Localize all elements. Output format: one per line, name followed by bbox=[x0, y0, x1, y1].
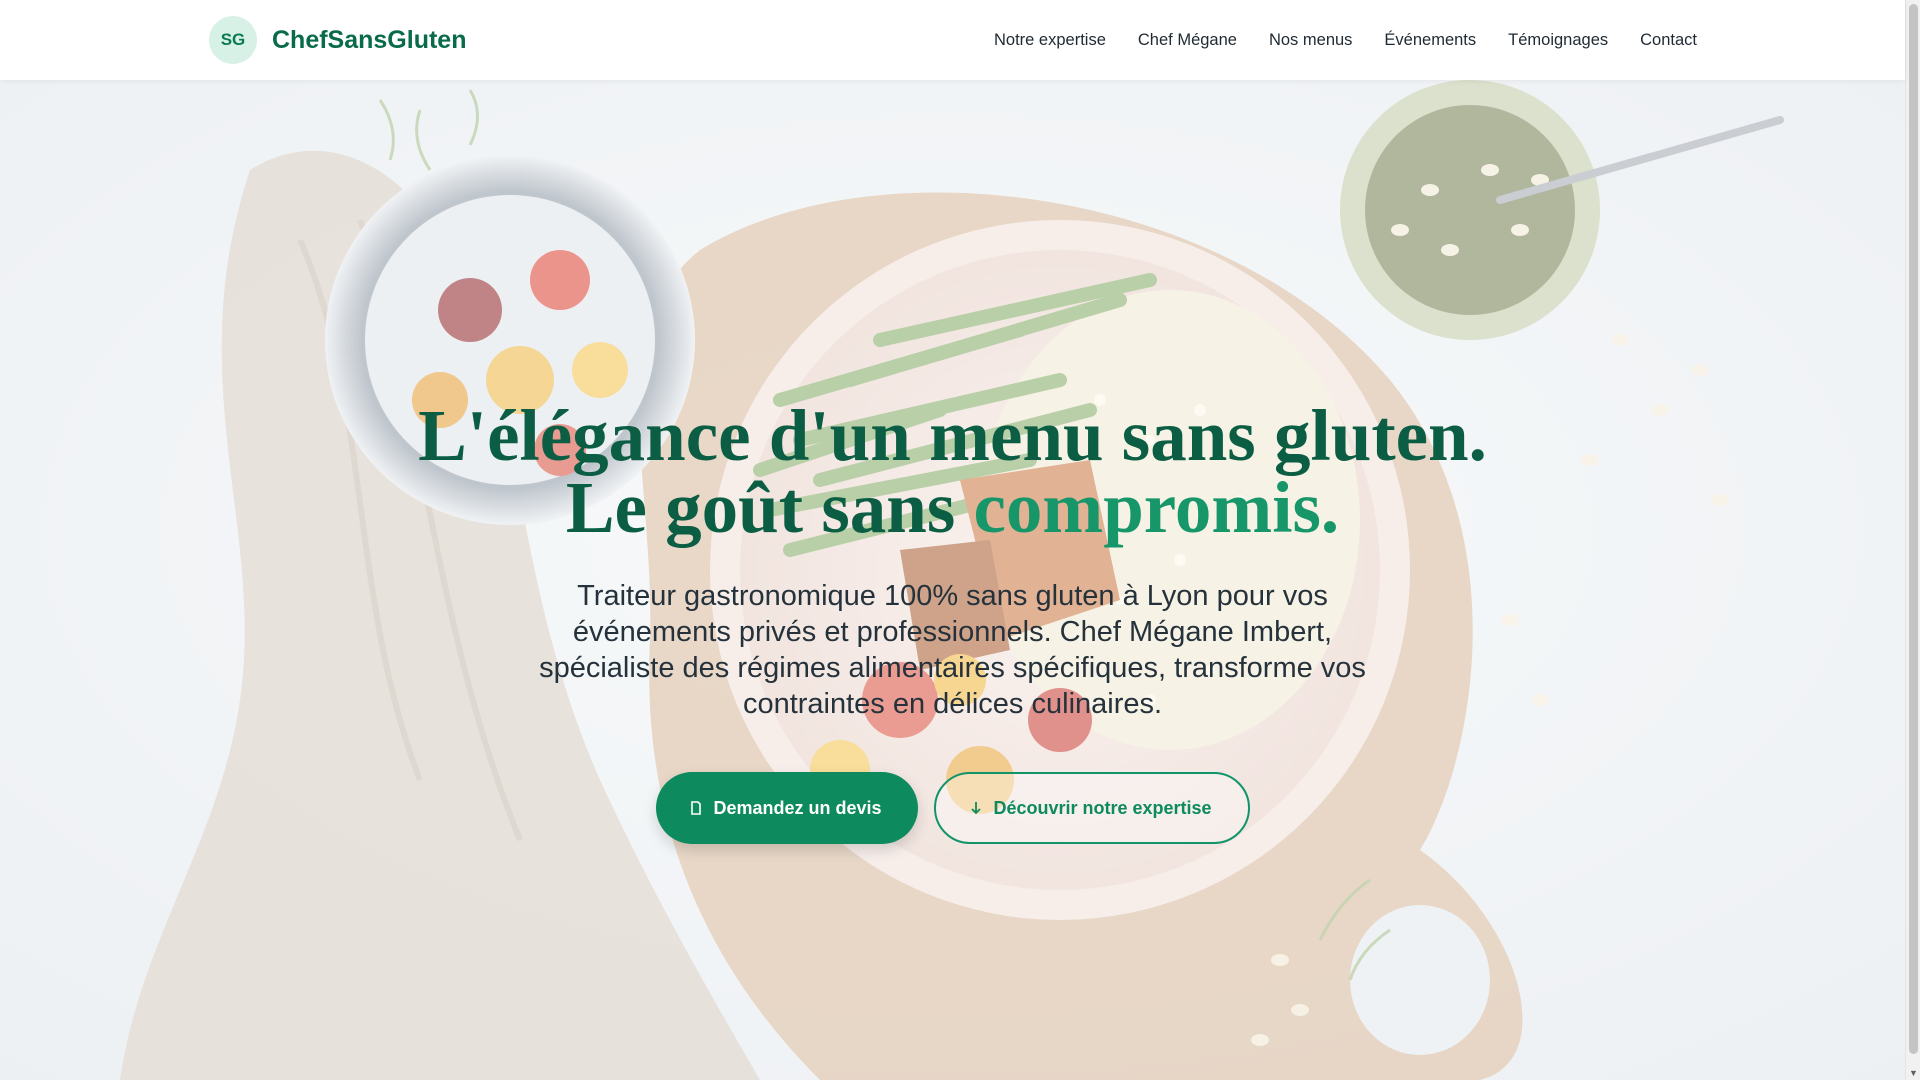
arrow-down-icon bbox=[971, 801, 982, 815]
logo[interactable]: SG ChefSansGluten bbox=[209, 16, 466, 64]
hero-title-line2-start: Le goût sans bbox=[565, 467, 974, 548]
scrollbar-thumb[interactable] bbox=[1909, 4, 1918, 1054]
hero-section: L'élégance d'un menu sans gluten. Le goû… bbox=[0, 80, 1905, 1080]
request-quote-label: Demandez un devis bbox=[713, 797, 882, 818]
hero-title-line1: L'élégance d'un menu sans gluten. bbox=[418, 395, 1487, 476]
nav-item-nos-menus[interactable]: Nos menus bbox=[1269, 31, 1352, 50]
hero-title: L'élégance d'un menu sans gluten. Le goû… bbox=[0, 399, 1905, 544]
hero-content: L'élégance d'un menu sans gluten. Le goû… bbox=[0, 399, 1905, 844]
scroll-down-arrow-icon[interactable]: ▼ bbox=[1909, 1068, 1918, 1078]
logo-badge: SG bbox=[209, 16, 257, 64]
page-scrollbar[interactable]: ▼ bbox=[1905, 0, 1920, 1080]
nav-item-evenements[interactable]: Événements bbox=[1384, 31, 1476, 50]
hero-subtitle: Traiteur gastronomique 100% sans gluten … bbox=[539, 580, 1366, 720]
nav-item-notre-expertise[interactable]: Notre expertise bbox=[994, 31, 1106, 50]
hero-cta-group: Demandez un devis Découvrir notre expert… bbox=[0, 772, 1905, 844]
logo-text: ChefSansGluten bbox=[272, 25, 467, 54]
request-quote-button[interactable]: Demandez un devis bbox=[655, 772, 918, 844]
hero-title-line2-accent: compromis. bbox=[973, 467, 1340, 548]
document-icon bbox=[691, 801, 702, 815]
nav-item-chef-megane[interactable]: Chef Mégane bbox=[1138, 31, 1237, 50]
nav-item-temoignages[interactable]: Témoignages bbox=[1508, 31, 1608, 50]
discover-expertise-label: Découvrir notre expertise bbox=[993, 797, 1212, 818]
nav-item-contact[interactable]: Contact bbox=[1640, 31, 1697, 50]
main-nav: Notre expertise Chef Mégane Nos menus Év… bbox=[994, 0, 1697, 80]
discover-expertise-button[interactable]: Découvrir notre expertise bbox=[933, 772, 1250, 844]
site-header: SG ChefSansGluten Notre expertise Chef M… bbox=[0, 0, 1905, 80]
